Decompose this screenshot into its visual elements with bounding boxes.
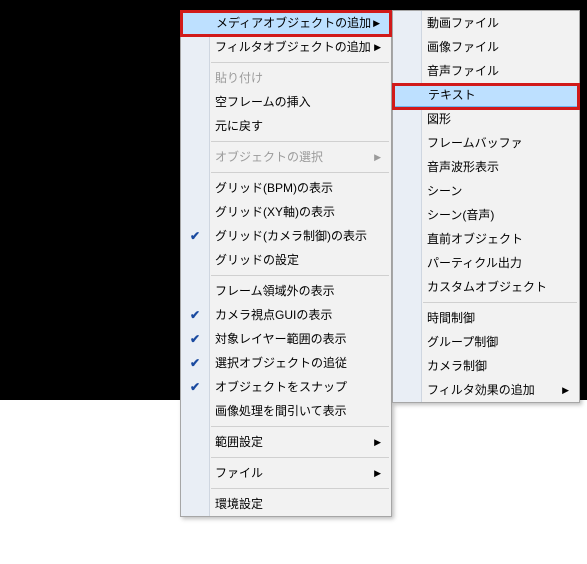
check-icon: ✔ [186,375,204,399]
menu-item-label: 対象レイヤー範囲の表示 [215,332,347,346]
menu-item-label: メディアオブジェクトの追加 [216,16,371,30]
check-icon: ✔ [186,351,204,375]
context-submenu-media-object[interactable]: 動画ファイル画像ファイル音声ファイルテキスト図形フレームバッファ音声波形表示シー… [392,10,580,403]
menu-item[interactable]: 選択オブジェクトの追従 ✔ [181,351,391,375]
menu-separator [211,172,389,173]
menu-item[interactable]: オブジェクトをスナップ ✔ [181,375,391,399]
menu-item[interactable]: ファイル ▶ [181,461,391,485]
menu-item-label: グリッド(XY軸)の表示 [215,205,335,219]
menu-item-label: 時間制御 [427,311,475,325]
menu-item[interactable]: グリッドの設定 [181,248,391,272]
context-menu-main[interactable]: メディアオブジェクトの追加▶フィルタオブジェクトの追加▶貼り付け空フレームの挿入… [180,10,392,517]
menu-item[interactable]: 音声波形表示 [393,155,579,179]
menu-item-label: 貼り付け [215,71,263,85]
menu-item[interactable]: 対象レイヤー範囲の表示 ✔ [181,327,391,351]
menu-item-label: 範囲設定 [215,435,263,449]
menu-item-label: 元に戻す [215,119,263,133]
submenu-arrow-icon: ▶ [374,430,381,454]
menu-item-label: 図形 [427,112,451,126]
menu-item-label: ファイル [215,466,263,480]
menu-separator [211,457,389,458]
menu-item[interactable]: フレーム領域外の表示 [181,279,391,303]
menu-item-label: フレーム領域外の表示 [215,284,335,298]
menu-item: オブジェクトの選択 ▶ [181,145,391,169]
menu-item-label: パーティクル出力 [427,256,522,270]
menu-item[interactable]: 画像ファイル [393,35,579,59]
menu-item-label: カメラ視点GUIの表示 [215,308,332,322]
check-icon: ✔ [186,224,204,248]
menu-item-label: グリッド(カメラ制御)の表示 [215,229,367,243]
menu-item[interactable]: フィルタオブジェクトの追加▶ [181,35,391,59]
menu-item-label: フィルタ効果の追加 [427,383,535,397]
menu-separator [211,62,389,63]
menu-item[interactable]: 画像処理を間引いて表示 [181,399,391,423]
menu-item-label: オブジェクトをスナップ [215,380,347,394]
menu-item-label: グリッドの設定 [215,253,299,267]
check-icon: ✔ [186,303,204,327]
menu-item-label: 画像処理を間引いて表示 [215,404,347,418]
menu-item-label: オブジェクトの選択 [215,150,323,164]
menu-item-label: 選択オブジェクトの追従 [215,356,347,370]
menu-separator [211,426,389,427]
menu-item[interactable]: グリッド(BPM)の表示 [181,176,391,200]
menu-item-label: 音声ファイル [427,64,499,78]
menu-item-label: カスタムオブジェクト [427,280,547,294]
menu-item-label: 空フレームの挿入 [215,95,311,109]
menu-item[interactable]: 直前オブジェクト [393,227,579,251]
menu-item[interactable]: 空フレームの挿入 [181,90,391,114]
submenu-arrow-icon: ▶ [374,145,381,169]
menu-item[interactable]: シーン(音声) [393,203,579,227]
menu-item-label: 音声波形表示 [427,160,499,174]
menu-separator [211,275,389,276]
menu-item[interactable]: 図形 [393,107,579,131]
menu-item-label: グリッド(BPM)の表示 [215,181,333,195]
menu-item[interactable]: フレームバッファ [393,131,579,155]
menu-item-label: グループ制御 [427,335,498,349]
menu-item[interactable]: カメラ視点GUIの表示 ✔ [181,303,391,327]
menu-item[interactable]: グリッド(XY軸)の表示 [181,200,391,224]
submenu-arrow-icon: ▶ [374,35,381,59]
menu-item[interactable]: グループ制御 [393,330,579,354]
menu-item[interactable]: 音声ファイル [393,59,579,83]
menu-item: 貼り付け [181,66,391,90]
menu-item-label: フィルタオブジェクトの追加 [215,40,371,54]
menu-item[interactable]: テキスト [393,83,579,107]
menu-separator [211,488,389,489]
check-icon: ✔ [186,327,204,351]
menu-item[interactable]: フィルタ効果の追加 ▶ [393,378,579,402]
menu-item-label: テキスト [428,88,476,102]
menu-item-label: シーン [427,184,462,198]
menu-item-label: 動画ファイル [427,16,499,30]
menu-item[interactable]: 環境設定 [181,492,391,516]
menu-item-label: カメラ制御 [427,359,487,373]
menu-item[interactable]: 時間制御 [393,306,579,330]
menu-item[interactable]: 元に戻す [181,114,391,138]
menu-item-label: シーン(音声) [427,208,494,222]
menu-item[interactable]: カスタムオブジェクト [393,275,579,299]
menu-item-label: フレームバッファ [427,136,523,150]
menu-separator [423,302,577,303]
menu-item[interactable]: パーティクル出力 [393,251,579,275]
menu-item-label: 画像ファイル [427,40,499,54]
menu-separator [211,141,389,142]
menu-item-label: 環境設定 [215,497,263,511]
menu-item[interactable]: カメラ制御 [393,354,579,378]
submenu-arrow-icon: ▶ [373,12,380,34]
submenu-arrow-icon: ▶ [562,378,569,402]
submenu-arrow-icon: ▶ [374,461,381,485]
menu-item[interactable]: メディアオブジェクトの追加▶ [181,11,391,35]
menu-item-label: 直前オブジェクト [427,232,523,246]
menu-item[interactable]: シーン [393,179,579,203]
menu-item[interactable]: 動画ファイル [393,11,579,35]
menu-item[interactable]: グリッド(カメラ制御)の表示 ✔ [181,224,391,248]
menu-item[interactable]: 範囲設定 ▶ [181,430,391,454]
